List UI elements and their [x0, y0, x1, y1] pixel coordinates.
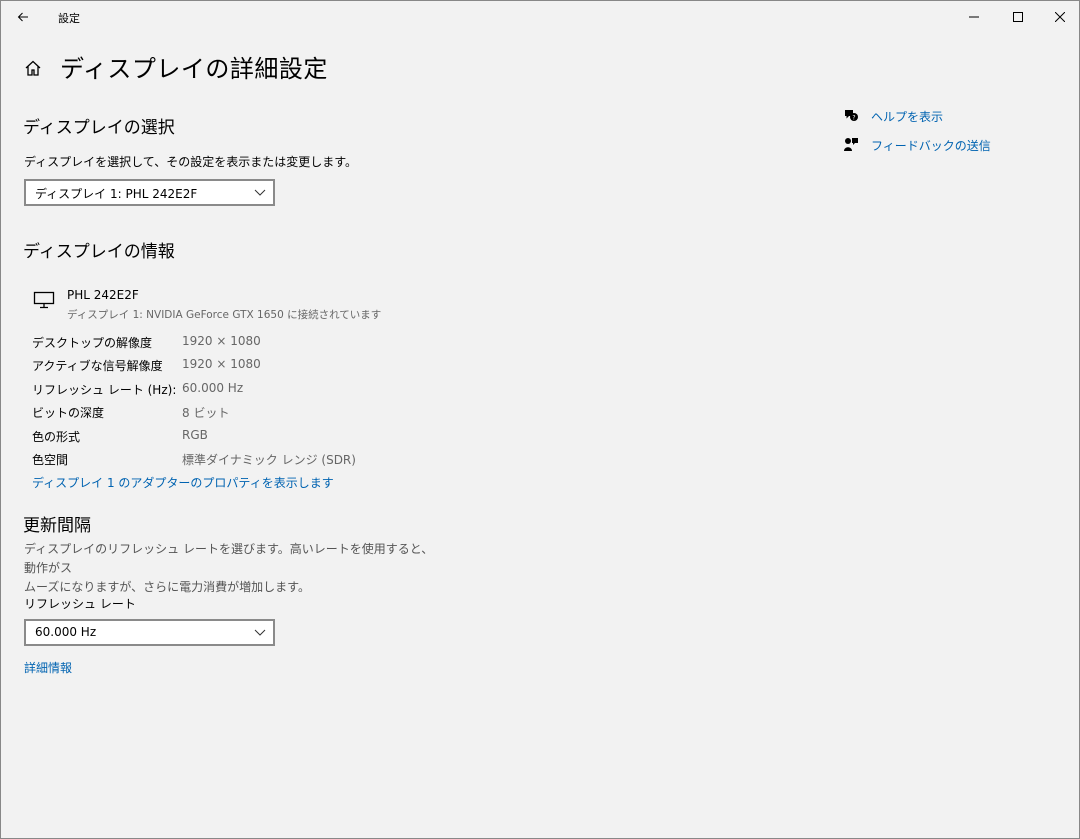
- back-arrow-icon: [17, 12, 28, 22]
- info-label-refresh-rate: リフレッシュ レート (Hz):: [32, 383, 177, 397]
- info-value-color-space: 標準ダイナミック レンジ (SDR): [182, 453, 356, 467]
- maximize-button[interactable]: [995, 1, 1041, 33]
- chevron-down-icon: [254, 629, 266, 636]
- display-select-value: ディスプレイ 1: PHL 242E2F: [35, 187, 198, 201]
- info-value-refresh-rate: 60.000 Hz: [182, 381, 244, 395]
- info-value-color-format: RGB: [182, 428, 208, 442]
- get-help-link[interactable]: ヘルプを表示: [871, 108, 943, 125]
- settings-window: 設定 ディスプレイの詳細設定 ディスプレイの選択 ディスプレイを選択して、その設…: [0, 0, 1080, 839]
- monitor-icon: [33, 291, 55, 309]
- info-label-desktop-resolution: デスクトップの解像度: [32, 336, 153, 350]
- svg-text:?: ?: [852, 114, 855, 121]
- title-bar: 設定: [1, 1, 1079, 33]
- minimize-icon: [969, 16, 979, 18]
- refresh-heading: 更新間隔: [23, 516, 91, 536]
- select-display-description: ディスプレイを選択して、その設定を表示または変更します。: [24, 155, 358, 169]
- display-info-heading: ディスプレイの情報: [23, 242, 175, 262]
- chevron-down-icon: [254, 189, 266, 196]
- info-value-active-signal-resolution: 1920 × 1080: [182, 357, 261, 371]
- home-icon[interactable]: [23, 58, 43, 78]
- window-title: 設定: [58, 12, 80, 25]
- page-title: ディスプレイの詳細設定: [60, 55, 328, 83]
- info-label-active-signal-resolution: アクティブな信号解像度: [32, 359, 163, 373]
- refresh-rate-label: リフレッシュ レート: [24, 597, 136, 611]
- display-select-dropdown[interactable]: ディスプレイ 1: PHL 242E2F: [24, 179, 275, 206]
- maximize-icon: [1013, 12, 1023, 22]
- close-icon: [1055, 12, 1065, 22]
- info-label-bit-depth: ビットの深度: [32, 406, 105, 420]
- send-feedback-link[interactable]: フィードバックの送信: [871, 137, 991, 154]
- details-link[interactable]: 詳細情報: [24, 659, 72, 676]
- monitor-connection: ディスプレイ 1: NVIDIA GeForce GTX 1650 に接続されて…: [67, 309, 382, 321]
- adapter-properties-link[interactable]: ディスプレイ 1 のアダプターのプロパティを表示します: [32, 474, 334, 491]
- refresh-description-line-1: ディスプレイのリフレッシュ レートを選びます。高いレートを使用すると、動作がス: [24, 542, 434, 575]
- monitor-name: PHL 242E2F: [67, 288, 139, 302]
- minimize-button[interactable]: [951, 1, 997, 33]
- info-label-color-space: 色空間: [32, 453, 69, 467]
- back-button[interactable]: [9, 5, 37, 29]
- refresh-rate-dropdown[interactable]: 60.000 Hz: [24, 619, 275, 646]
- select-display-heading: ディスプレイの選択: [23, 118, 175, 138]
- feedback-icon: [844, 138, 858, 151]
- help-icon: ?: [845, 110, 858, 121]
- refresh-rate-value: 60.000 Hz: [35, 625, 97, 639]
- close-button[interactable]: [1037, 1, 1080, 33]
- info-label-color-format: 色の形式: [32, 430, 81, 444]
- info-value-bit-depth: 8 ビット: [182, 406, 230, 420]
- refresh-description: ディスプレイのリフレッシュ レートを選びます。高いレートを使用すると、動作がス …: [24, 540, 434, 597]
- info-value-desktop-resolution: 1920 × 1080: [182, 334, 261, 348]
